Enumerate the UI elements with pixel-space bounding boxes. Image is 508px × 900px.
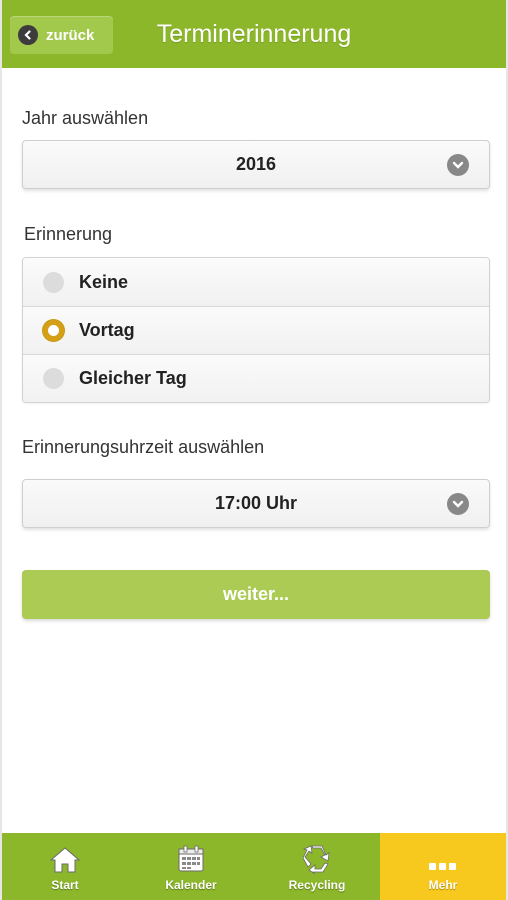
- calendar-icon: [178, 845, 204, 872]
- tab-label: Kalender: [165, 878, 217, 892]
- back-button-label: zurück: [46, 26, 95, 44]
- page-title: Terminerinnerung: [156, 19, 352, 48]
- chevron-left-icon: [18, 25, 38, 45]
- reminder-option-gleicher-tag[interactable]: Gleicher Tag: [23, 354, 489, 402]
- tab-recycling[interactable]: Recycling: [254, 833, 380, 900]
- year-select[interactable]: 2016: [22, 140, 490, 189]
- tab-label: Mehr: [428, 878, 458, 892]
- bottom-tab-bar: Start Kalender Recycling Mehr: [2, 833, 506, 900]
- reminder-radio-group: Keine Vortag Gleicher Tag: [22, 257, 490, 403]
- radio-checked-icon: [43, 320, 64, 341]
- tab-kalender[interactable]: Kalender: [128, 833, 254, 900]
- app-header: zurück Terminerinnerung: [2, 0, 506, 68]
- reminder-option-label: Keine: [79, 271, 129, 292]
- tab-label: Recycling: [288, 878, 346, 892]
- reminder-option-label: Gleicher Tag: [79, 368, 187, 388]
- radio-unchecked-icon: [43, 368, 64, 389]
- chevron-down-icon: [447, 493, 469, 515]
- reminder-option-vortag[interactable]: Vortag: [23, 306, 489, 354]
- reminder-label: Erinnerung: [24, 224, 113, 244]
- reminder-option-label: Vortag: [79, 320, 135, 340]
- chevron-down-icon: [447, 154, 469, 176]
- reminder-option-keine[interactable]: Keine: [23, 258, 489, 306]
- year-select-value: 2016: [235, 154, 277, 174]
- home-icon: [49, 847, 81, 873]
- time-select[interactable]: 17:00 Uhr: [22, 479, 490, 528]
- tab-label: Start: [51, 878, 79, 892]
- more-icon: [429, 863, 456, 870]
- time-select-value: 17:00 Uhr: [214, 493, 298, 513]
- back-button[interactable]: zurück: [10, 16, 113, 54]
- radio-unchecked-icon: [43, 271, 64, 293]
- recycle-icon: [302, 845, 330, 874]
- tab-mehr[interactable]: Mehr: [380, 833, 506, 900]
- tab-start[interactable]: Start: [2, 833, 128, 900]
- time-label: Erinnerungsuhrzeit auswählen: [22, 437, 265, 457]
- next-button[interactable]: weiter...: [22, 570, 490, 619]
- year-label: Jahr auswählen: [22, 108, 149, 128]
